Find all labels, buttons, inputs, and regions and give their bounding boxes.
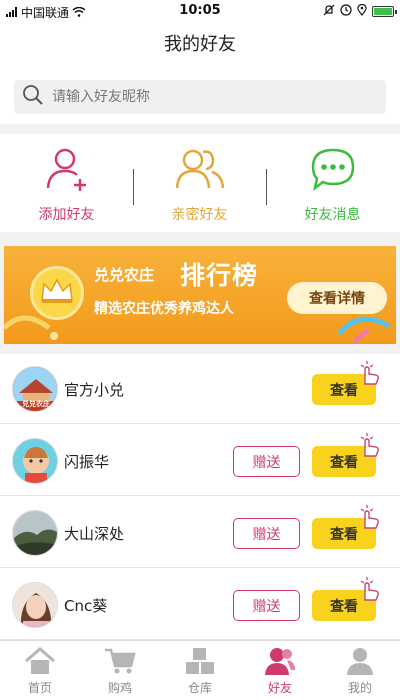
home-icon [0, 645, 80, 677]
chat-bubble-icon [266, 144, 399, 196]
profile-icon [320, 645, 400, 677]
add-user-icon [0, 144, 133, 196]
status-right [323, 3, 397, 19]
tab-label: 我的 [347, 681, 372, 695]
tab-home[interactable]: 首页 [0, 645, 80, 696]
tab-label: 好友 [267, 681, 292, 695]
search-icon [14, 84, 44, 110]
friend-row: 兑兑农庄 官方小兑 查看 [0, 354, 400, 424]
tap-hand-icon [357, 504, 381, 534]
action-row: 添加好友 亲密好友 好友消息 [0, 134, 400, 232]
avatar: 兑兑农庄 [12, 366, 58, 412]
avatar [12, 438, 58, 484]
search-section [0, 68, 400, 124]
crown-badge [30, 266, 84, 320]
tab-label: 仓库 [187, 681, 212, 695]
cart-icon [80, 645, 160, 677]
avatar-label: 兑兑农庄 [22, 400, 50, 408]
gift-button[interactable]: 赠送 [233, 518, 300, 549]
tab-label: 首页 [27, 681, 52, 695]
tab-friends[interactable]: 好友 [240, 645, 320, 696]
banner-title: 排行榜 [180, 261, 259, 290]
status-bar: 中国联通 10:05 [0, 0, 400, 22]
tap-hand-icon [357, 432, 381, 462]
banner-brand: 兑兑农庄 [94, 266, 155, 284]
avatar [12, 582, 58, 628]
close-friends-label: 亲密好友 [171, 207, 228, 223]
bottom-tab-bar: 首页 购鸡 仓库 好友 我的 [0, 640, 400, 700]
search-bar[interactable] [14, 80, 386, 114]
search-input[interactable] [52, 89, 352, 105]
add-friend-button[interactable]: 添加好友 [0, 144, 133, 224]
crown-icon [40, 278, 74, 308]
friend-name: 闪振华 [64, 453, 110, 471]
friend-row: Cnc葵 赠送 查看 [0, 570, 400, 640]
boxes-icon [160, 645, 240, 677]
tab-buy-chicken[interactable]: 购鸡 [80, 645, 160, 696]
friend-messages-label: 好友消息 [304, 207, 361, 223]
gift-button[interactable]: 赠送 [233, 590, 300, 621]
add-friend-label: 添加好友 [38, 207, 95, 223]
battery-icon [372, 6, 397, 17]
tab-profile[interactable]: 我的 [320, 645, 400, 696]
leaderboard-banner[interactable]: 兑兑农庄 排行榜 精选农庄优秀养鸡达人 查看详情 [4, 246, 396, 344]
gift-button[interactable]: 赠送 [233, 446, 300, 477]
close-friends-button[interactable]: 亲密好友 [133, 144, 266, 224]
view-details-button[interactable]: 查看详情 [287, 282, 387, 314]
tab-label: 购鸡 [107, 681, 132, 695]
friend-messages-button[interactable]: 好友消息 [266, 144, 399, 224]
tab-warehouse[interactable]: 仓库 [160, 645, 240, 696]
friend-name: 大山深处 [64, 525, 125, 543]
group-icon [133, 144, 266, 196]
friends-icon [240, 645, 320, 677]
friend-row: 闪振华 赠送 查看 [0, 426, 400, 496]
page-title: 我的好友 [0, 22, 400, 68]
tap-hand-icon [357, 576, 381, 606]
friend-list: 兑兑农庄 官方小兑 查看 闪振华 赠送 查看 大山深处 赠送 查看 Cnc葵 赠… [0, 354, 400, 640]
mute-icon [323, 4, 335, 19]
friend-name: 官方小兑 [64, 381, 125, 399]
avatar [12, 510, 58, 556]
location-icon [357, 3, 367, 19]
friend-row: 大山深处 赠送 查看 [0, 498, 400, 568]
tap-hand-icon [357, 360, 381, 390]
banner-subtitle: 精选农庄优秀养鸡达人 [94, 301, 234, 317]
friend-name: Cnc葵 [64, 597, 108, 615]
alarm-icon [340, 4, 352, 19]
